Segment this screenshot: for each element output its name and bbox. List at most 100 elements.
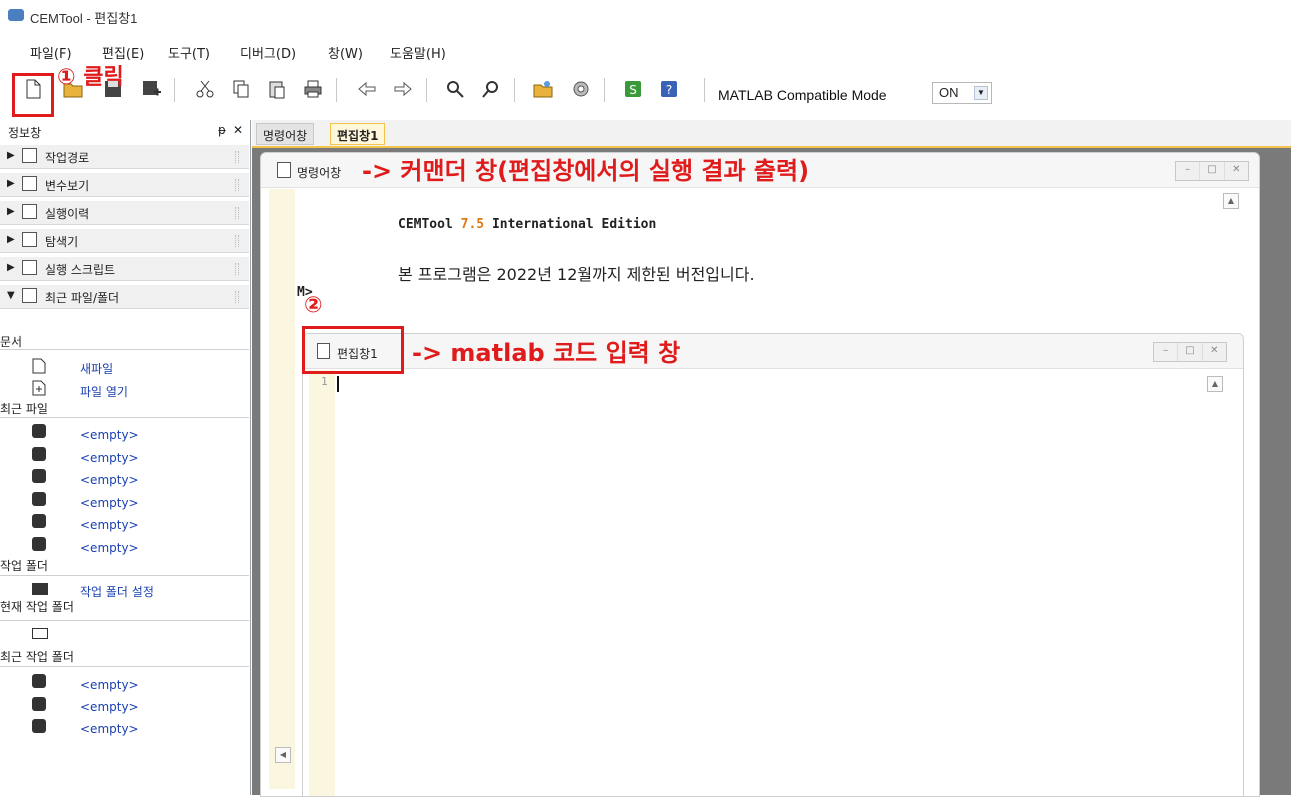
tab-command-window[interactable]: 명령어창 — [256, 123, 315, 145]
recent-file-item[interactable]: <empty> — [80, 496, 139, 510]
close-button[interactable]: ✕ — [1225, 162, 1248, 180]
open-file-icon — [32, 380, 46, 396]
banner: CEMTool 7.5 International Edition — [398, 217, 657, 232]
print-icon — [304, 80, 322, 98]
editor-window-controls: – □ ✕ — [1153, 342, 1227, 362]
acc-item-explorer[interactable]: ▶ 탐색기 — [0, 229, 249, 253]
settings-button[interactable] — [568, 74, 594, 104]
copy-button[interactable] — [228, 74, 254, 104]
close-button[interactable]: ✕ — [1203, 343, 1226, 361]
tab-editor-1[interactable]: 편집창1 — [330, 123, 386, 145]
info-pane-title: 정보창 — [8, 126, 42, 140]
recent-folder-icon — [32, 697, 46, 711]
recent-file-icon — [32, 537, 46, 551]
acc-item-history[interactable]: ▶ 실행이력 — [0, 201, 249, 225]
editor-window: 편집창1 – □ ✕ 1 ▲ — [302, 333, 1244, 797]
svg-text:?: ? — [666, 83, 672, 97]
acc-item-variables[interactable]: ▶ 변수보기 — [0, 173, 249, 197]
replace-button[interactable] — [478, 74, 504, 104]
recent-file-item[interactable]: <empty> — [80, 473, 139, 487]
link-open-file[interactable]: 파일 열기 — [80, 383, 128, 400]
paste-icon — [269, 81, 285, 99]
section-doc: 문서 — [0, 335, 23, 349]
recent-folder-icon — [32, 719, 46, 733]
minimize-button[interactable]: – — [1154, 343, 1179, 361]
recent-file-item[interactable]: <empty> — [80, 428, 139, 442]
recent-folder-item[interactable]: <empty> — [80, 678, 139, 692]
copy-icon — [233, 80, 249, 98]
cut-button[interactable] — [192, 74, 218, 104]
menu-debug[interactable]: 디버그(D) — [240, 43, 296, 62]
recent-folder-item[interactable]: <empty> — [80, 700, 139, 714]
work-path-icon — [22, 148, 37, 163]
paste-button[interactable] — [264, 74, 290, 104]
scroll-left-button[interactable]: ◀ — [275, 747, 291, 763]
recent-file-icon — [32, 447, 46, 461]
matlab-mode-select[interactable]: ON ▼ — [932, 82, 992, 104]
menu-window[interactable]: 창(W) — [328, 43, 363, 62]
minimize-button[interactable]: – — [1176, 162, 1201, 180]
recent-file-item[interactable]: <empty> — [80, 541, 139, 555]
line-number: 1 — [321, 375, 328, 388]
recent-file-icon — [32, 424, 46, 438]
chevron-down-icon[interactable]: ▼ — [974, 86, 988, 100]
command-window-controls: – □ ✕ — [1175, 161, 1249, 181]
print-button[interactable] — [300, 74, 326, 104]
folder-icon — [32, 628, 48, 639]
menu-bar: 파일(F) 편집(E) 도구(T) 디버그(D) 창(W) 도움말(H) — [0, 40, 1291, 62]
section-recent-files: 최근 파일 — [0, 402, 48, 416]
link-new-file[interactable]: 새파일 — [80, 360, 113, 377]
undo-icon — [358, 81, 376, 97]
recent-file-item[interactable]: <empty> — [80, 451, 139, 465]
save-as-button[interactable] — [138, 74, 164, 104]
acc-item-recent[interactable]: ▼ 최근 파일/폴더 — [0, 285, 249, 309]
script-icon — [22, 260, 37, 275]
help-button[interactable]: ? — [656, 74, 682, 104]
simulink-button[interactable]: S — [620, 74, 646, 104]
recent-file-item[interactable]: <empty> — [80, 518, 139, 532]
redo-button[interactable] — [390, 74, 416, 104]
section-work-folder: 작업 폴더 — [0, 559, 48, 573]
recent-file-icon — [32, 492, 46, 506]
close-icon[interactable]: ✕ — [233, 123, 243, 137]
pin-icon[interactable]: ᵽ — [218, 123, 226, 137]
document-tab-bar — [252, 120, 1291, 148]
undo-button[interactable] — [354, 74, 380, 104]
help-icon: ? — [661, 81, 677, 97]
matlab-mode-label: MATLAB Compatible Mode — [718, 87, 887, 103]
redo-icon — [394, 81, 412, 97]
gear-icon — [573, 81, 589, 97]
scroll-up-button[interactable]: ▲ — [1207, 376, 1223, 392]
acc-item-run-script[interactable]: ▶ 실행 스크립트 — [0, 257, 249, 281]
command-window-gutter — [269, 189, 295, 789]
menu-help[interactable]: 도움말(H) — [390, 43, 446, 62]
recent-file-icon — [32, 469, 46, 483]
editor-gutter: 1 — [309, 370, 335, 796]
maximize-button[interactable]: □ — [1178, 343, 1203, 361]
annotation-step2: ② — [304, 293, 323, 318]
matlab-mode-value: ON — [939, 85, 959, 100]
find-icon — [447, 81, 464, 98]
recent-folder-icon — [32, 674, 46, 688]
link-set-work-folder[interactable]: 작업 폴더 설정 — [80, 583, 154, 600]
replace-icon — [482, 81, 498, 98]
project-button[interactable] — [530, 74, 556, 104]
annotation-step1: ① 클릭 — [57, 65, 124, 90]
app-icon — [8, 9, 24, 21]
acc-item-work-path[interactable]: ▶ 작업경로 — [0, 145, 249, 169]
find-button[interactable] — [442, 74, 468, 104]
scissors-icon — [196, 80, 214, 98]
recent-folder-item[interactable]: <empty> — [80, 722, 139, 736]
notice-text: 본 프로그램은 2022년 12월까지 제한된 버전입니다. — [398, 265, 755, 284]
section-recent-folders: 최근 작업 폴더 — [0, 650, 74, 664]
menu-tools[interactable]: 도구(T) — [168, 43, 210, 62]
recent-file-icon — [32, 514, 46, 528]
scroll-up-button[interactable]: ▲ — [1223, 193, 1239, 209]
window-title: CEMTool - 편집창1 — [30, 11, 138, 26]
command-window-icon — [277, 162, 291, 178]
project-folder-icon — [533, 81, 553, 98]
code-editor[interactable] — [337, 370, 1217, 790]
command-window-title: 명령어창 — [297, 166, 342, 180]
maximize-button[interactable]: □ — [1200, 162, 1225, 180]
history-icon — [22, 204, 37, 219]
